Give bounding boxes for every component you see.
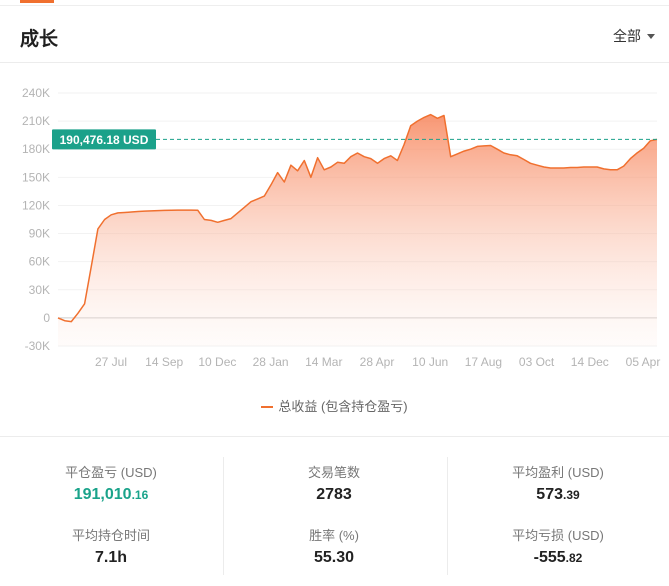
y-tick-label: 0 [43,311,50,325]
stat-win-rate: 胜率 (%) 55.30 [223,525,445,581]
growth-header: 成长 全部 [0,6,669,63]
stat-value: 55.30 [313,549,355,566]
chart-legend[interactable]: 总收益 (包含持仓盈亏) [0,396,669,415]
x-tick-label: 14 Mar [305,355,342,369]
x-tick-label: 03 Oct [519,355,555,369]
stat-closed-pnl: 平仓盈亏 (USD) 191,010.16 [0,462,222,518]
stat-value: 573.39 [536,486,580,503]
stat-avg-loss: 平均亏损 (USD) -555.82 [447,525,669,581]
period-filter-dropdown[interactable]: 全部 [613,26,655,46]
stats-column: 交易笔数 2783 胜率 (%) 55.30 [223,455,445,581]
stats-column: 平仓盈亏 (USD) 191,010.16 平均持仓时间 7.1h [0,455,222,581]
stat-avg-holding-time: 平均持仓时间 7.1h [0,525,222,581]
stat-value: -555.82 [533,549,583,566]
y-tick-label: 210K [22,114,50,128]
active-tab-indicator [20,0,54,3]
stat-label: 平均亏损 (USD) [512,528,604,543]
y-tick-label: 30K [29,283,50,297]
x-tick-label: 10 Dec [198,355,236,369]
y-tick-label: 150K [22,170,50,184]
page-title: 成长 [20,29,59,50]
x-tick-label: 05 Apr [626,355,661,369]
stats-divider [0,436,669,437]
y-tick-label: 120K [22,198,50,212]
stat-label: 平仓盈亏 (USD) [65,465,157,480]
stat-label: 平均盈利 (USD) [512,465,604,480]
stat-label: 交易笔数 [307,465,360,480]
stat-label: 胜率 (%) [309,528,359,543]
current-value-label: 190,476.18 USD [60,133,149,147]
stat-value: 191,010.16 [73,486,149,503]
y-tick-label: 240K [22,86,50,100]
stat-label: 平均持仓时间 [71,528,150,543]
x-tick-label: 28 Apr [360,355,395,369]
x-tick-label: 10 Jun [412,355,448,369]
x-tick-label: 27 Jul [95,355,127,369]
period-filter-label: 全部 [613,28,641,44]
stat-avg-profit: 平均盈利 (USD) 573.39 [447,462,669,518]
stat-value: 2783 [316,486,352,503]
x-tick-label: 14 Dec [571,355,609,369]
y-tick-label: -30K [25,339,50,353]
x-tick-label: 14 Sep [145,355,183,369]
y-tick-label: 180K [22,142,50,156]
y-tick-label: 90K [29,227,50,241]
growth-chart-svg[interactable]: 240K 210K 180K 150K 120K 90K 60K 30K 0 -30K 27 Jul… [0,63,669,393]
stats-column: 平均盈利 (USD) 573.39 平均亏损 (USD) -555.82 [447,455,669,581]
stats-panel: 平仓盈亏 (USD) 191,010.16 平均持仓时间 7.1h 交易笔数 2… [0,445,669,580]
legend-label: 总收益 (包含持仓盈亏) [278,399,408,414]
legend-line-icon [261,405,274,408]
x-tick-label: 28 Jan [253,355,289,369]
stat-trade-count: 交易笔数 2783 [223,462,445,518]
y-tick-label: 60K [29,255,50,269]
caret-down-icon [647,33,655,39]
x-tick-label: 17 Aug [465,355,502,369]
stat-value: 7.1h [94,549,127,566]
growth-chart[interactable]: 240K 210K 180K 150K 120K 90K 60K 30K 0 -30K 27 Jul… [0,63,669,433]
